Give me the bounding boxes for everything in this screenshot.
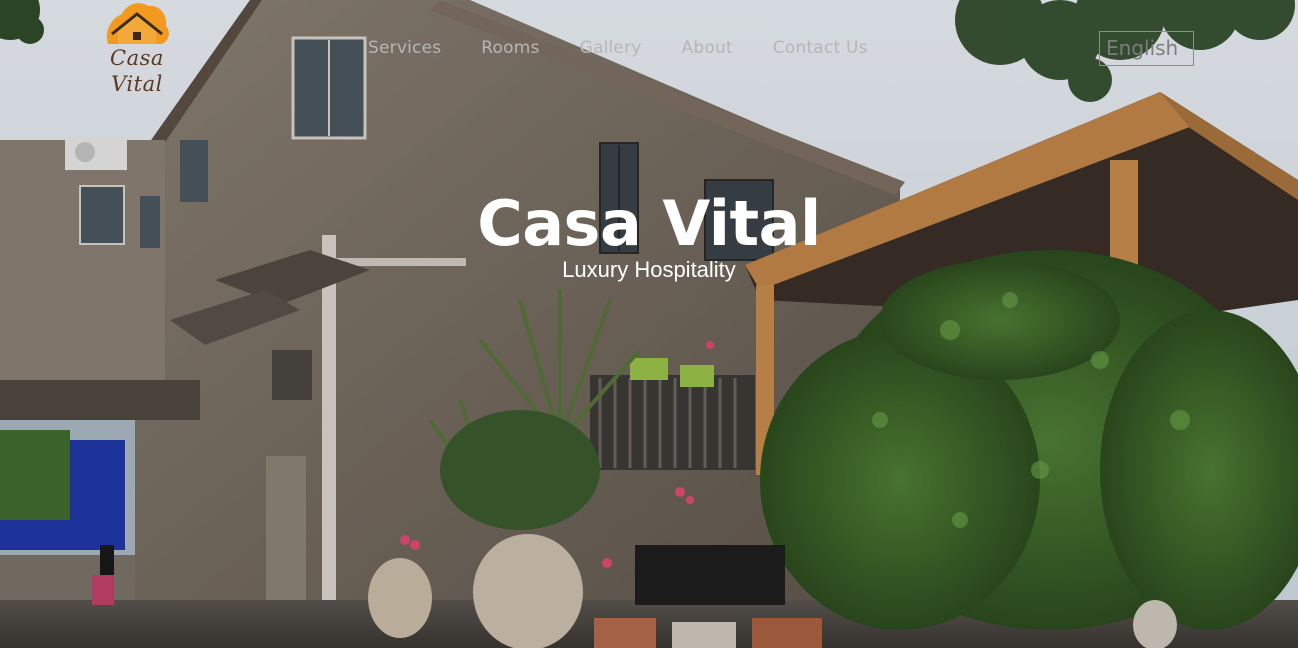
- logo[interactable]: Casa Vital: [98, 0, 176, 104]
- nav-contact-us[interactable]: Contact Us: [753, 36, 888, 60]
- nav-about[interactable]: About: [662, 36, 753, 60]
- logo-text-casa: Casa: [110, 46, 164, 70]
- hero-title: Casa Vital: [477, 187, 821, 260]
- language-selector-button[interactable]: English: [1099, 31, 1194, 66]
- hero-subtitle: Luxury Hospitality: [562, 257, 736, 282]
- hero-section: Casa Vital Services Rooms Gallery About …: [0, 0, 1298, 648]
- nav-rooms[interactable]: Rooms: [461, 36, 559, 60]
- nav-services[interactable]: Services: [340, 36, 461, 60]
- hero-background-photo: [0, 0, 1298, 648]
- house-logo-icon: [106, 3, 169, 45]
- nav-gallery[interactable]: Gallery: [560, 36, 662, 60]
- main-nav: Services Rooms Gallery About Contact Us: [340, 36, 888, 60]
- logo-text-vital: Vital: [111, 72, 163, 96]
